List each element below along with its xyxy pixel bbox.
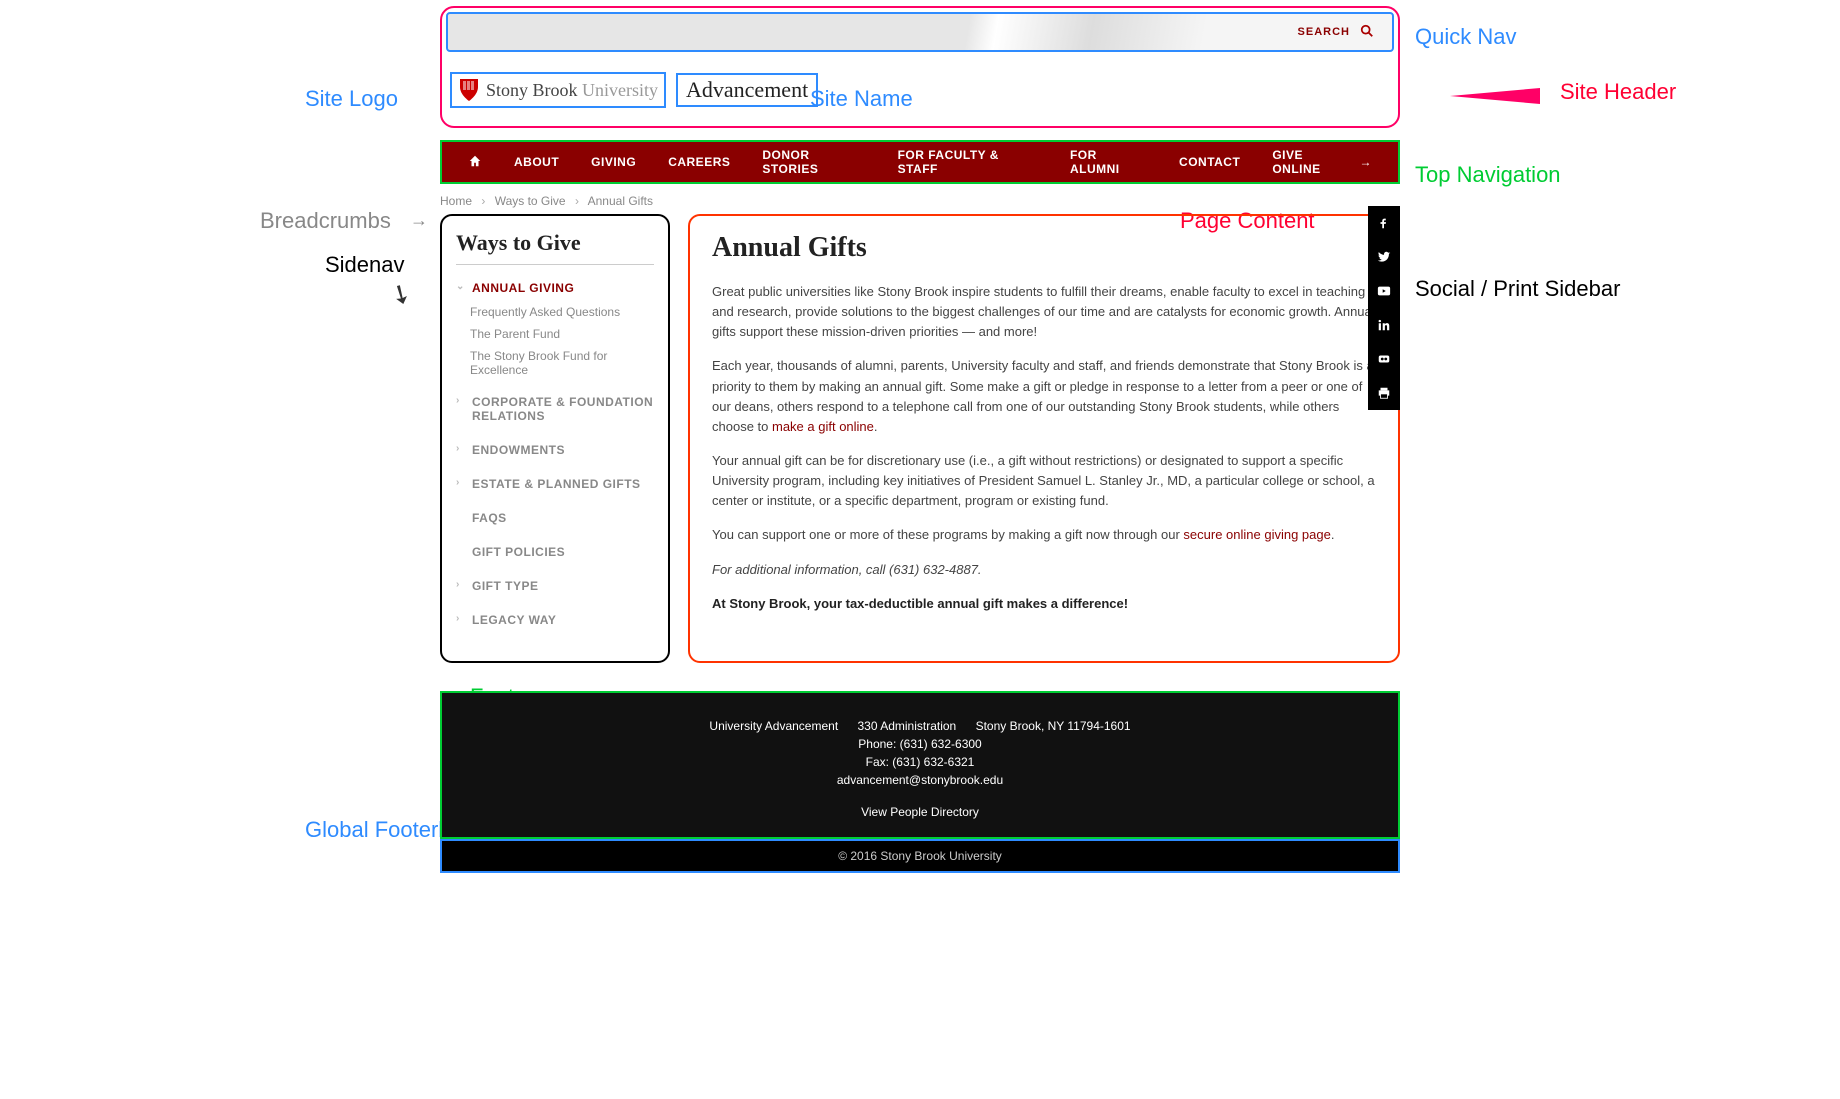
- content-p4: You can support one or more of these pro…: [712, 525, 1376, 545]
- sidenav: Ways to Give ⌄ ANNUAL GIVING Frequently As…: [440, 214, 670, 663]
- sidenav-section[interactable]: FAQS: [456, 505, 654, 531]
- footer-email[interactable]: advancement@stonybrook.edu: [837, 773, 1003, 787]
- sidenav-section[interactable]: GIFT POLICIES: [456, 539, 654, 565]
- link-secure-giving[interactable]: secure online giving page: [1183, 527, 1330, 542]
- facebook-icon[interactable]: [1368, 206, 1400, 240]
- nav-faculty-staff[interactable]: FOR FACULTY & STAFF: [882, 142, 1054, 182]
- annot-siteheader: Site Header: [1560, 78, 1676, 107]
- sidenav-section[interactable]: › ENDOWMENTS: [456, 437, 654, 463]
- sidenav-section-label: CORPORATE & FOUNDATION RELATIONS: [472, 395, 654, 423]
- breadcrumb: Home › Ways to Give › Annual Gifts: [440, 194, 1400, 208]
- sidenav-title: Ways to Give: [456, 230, 654, 256]
- site-header: SEARCH Stony Brook University Advancemen…: [440, 6, 1400, 128]
- top-navigation: ABOUT GIVING CAREERS DONOR STORIES FOR F…: [440, 140, 1400, 184]
- chevron-right-icon: ›: [456, 579, 466, 590]
- arrow-sidenav: ➘: [384, 276, 418, 314]
- logo-text: Stony Brook University: [486, 80, 658, 101]
- social-sidebar: [1368, 206, 1400, 410]
- search-icon[interactable]: [1360, 24, 1374, 41]
- print-icon[interactable]: [1368, 376, 1400, 410]
- breadcrumb-current: Annual Gifts: [588, 194, 653, 208]
- sidenav-section[interactable]: › CORPORATE & FOUNDATION RELATIONS: [456, 389, 654, 429]
- chevron-right-icon: ›: [456, 395, 466, 406]
- arrow-siteheader: [1450, 88, 1540, 104]
- nav-contact[interactable]: CONTACT: [1163, 142, 1256, 182]
- content-p6: At Stony Brook, your tax-deductible annu…: [712, 594, 1376, 614]
- annot-sidenav: Sidenav: [325, 252, 405, 278]
- shield-icon: [458, 77, 480, 103]
- site-name[interactable]: Advancement: [676, 73, 818, 107]
- chevron-down-icon: ⌄: [456, 281, 466, 292]
- annot-sitelogo: Site Logo: [305, 86, 398, 112]
- sidenav-subitem[interactable]: Frequently Asked Questions: [470, 301, 654, 323]
- footer-fax: Fax: (631) 632-6321: [452, 755, 1388, 769]
- sidenav-section[interactable]: › ESTATE & PLANNED GIFTS: [456, 471, 654, 497]
- sidenav-section-label: GIFT TYPE: [472, 579, 539, 593]
- annot-breadcrumbs: Breadcrumbs: [260, 208, 391, 234]
- nav-home[interactable]: [452, 142, 498, 182]
- sidenav-section-label: ESTATE & PLANNED GIFTS: [472, 477, 641, 491]
- chevron-right-icon: ›: [575, 194, 579, 208]
- content-p1: Great public universities like Stony Bro…: [712, 282, 1376, 342]
- youtube-icon[interactable]: [1368, 274, 1400, 308]
- breadcrumb-home[interactable]: Home: [440, 194, 472, 208]
- footer-addr2: Stony Brook, NY 11794-1601: [976, 719, 1131, 733]
- annot-quicknav: Quick Nav: [1415, 24, 1516, 50]
- footer-contact-row: University Advancement 330 Administratio…: [452, 719, 1388, 733]
- page-title: Annual Gifts: [712, 232, 1376, 264]
- sidenav-section-label: ANNUAL GIVING: [472, 281, 574, 295]
- sidenav-section-label: ENDOWMENTS: [472, 443, 565, 457]
- annot-social: Social / Print Sidebar: [1415, 274, 1620, 305]
- content-p5: For additional information, call (631) 6…: [712, 560, 1376, 580]
- arrow-breadcrumbs: →: [410, 210, 428, 231]
- footer-directory-link[interactable]: View People Directory: [861, 805, 979, 819]
- footer-org: University Advancement: [709, 719, 838, 733]
- nav-donor-stories[interactable]: DONOR STORIES: [746, 142, 881, 182]
- sidenav-section-label: GIFT POLICIES: [472, 545, 565, 559]
- sidenav-section-label: LEGACY WAY: [472, 613, 556, 627]
- chevron-right-icon: ›: [481, 194, 485, 208]
- link-make-gift[interactable]: make a gift online: [772, 419, 874, 434]
- breadcrumb-ways[interactable]: Ways to Give: [495, 194, 566, 208]
- chevron-right-icon: ›: [456, 443, 466, 454]
- sidenav-subitem[interactable]: The Stony Brook Fund for Excellence: [470, 345, 654, 381]
- site-footer: University Advancement 330 Administratio…: [440, 691, 1400, 839]
- footer-phone: Phone: (631) 632-6300: [452, 737, 1388, 751]
- sidenav-section-label: FAQS: [472, 511, 507, 525]
- sidenav-section[interactable]: ⌄ ANNUAL GIVING: [456, 275, 654, 301]
- copyright: © 2016 Stony Brook University: [838, 849, 1002, 863]
- page-content: Annual Gifts Great public universities l…: [688, 214, 1400, 663]
- chevron-right-icon: ›: [456, 613, 466, 624]
- sidenav-subitem[interactable]: The Parent Fund: [470, 323, 654, 345]
- search-label[interactable]: SEARCH: [1298, 26, 1350, 38]
- quick-nav-bar: SEARCH: [446, 12, 1394, 52]
- site-logo[interactable]: Stony Brook University: [450, 72, 666, 108]
- nav-giving[interactable]: GIVING: [575, 142, 652, 182]
- footer-addr1: 330 Administration: [858, 719, 957, 733]
- sidenav-section[interactable]: › GIFT TYPE: [456, 573, 654, 599]
- nav-give-online[interactable]: GIVE ONLINE→: [1256, 142, 1388, 182]
- sidenav-section[interactable]: › LEGACY WAY: [456, 607, 654, 633]
- nav-alumni[interactable]: FOR ALUMNI: [1054, 142, 1163, 182]
- arrow-right-icon: →: [1360, 155, 1373, 169]
- twitter-icon[interactable]: [1368, 240, 1400, 274]
- content-p3: Your annual gift can be for discretionar…: [712, 451, 1376, 511]
- chevron-right-icon: ›: [456, 477, 466, 488]
- annot-topnav: Top Navigation: [1415, 162, 1561, 188]
- content-p2: Each year, thousands of alumni, parents,…: [712, 356, 1376, 437]
- nav-about[interactable]: ABOUT: [498, 142, 575, 182]
- header-lower: Stony Brook University Advancement: [442, 56, 1398, 126]
- nav-careers[interactable]: CAREERS: [652, 142, 746, 182]
- linkedin-icon[interactable]: [1368, 308, 1400, 342]
- divider: [456, 264, 654, 265]
- global-footerbar: © 2016 Stony Brook University: [440, 839, 1400, 873]
- home-icon: [468, 154, 482, 171]
- flickr-icon[interactable]: [1368, 342, 1400, 376]
